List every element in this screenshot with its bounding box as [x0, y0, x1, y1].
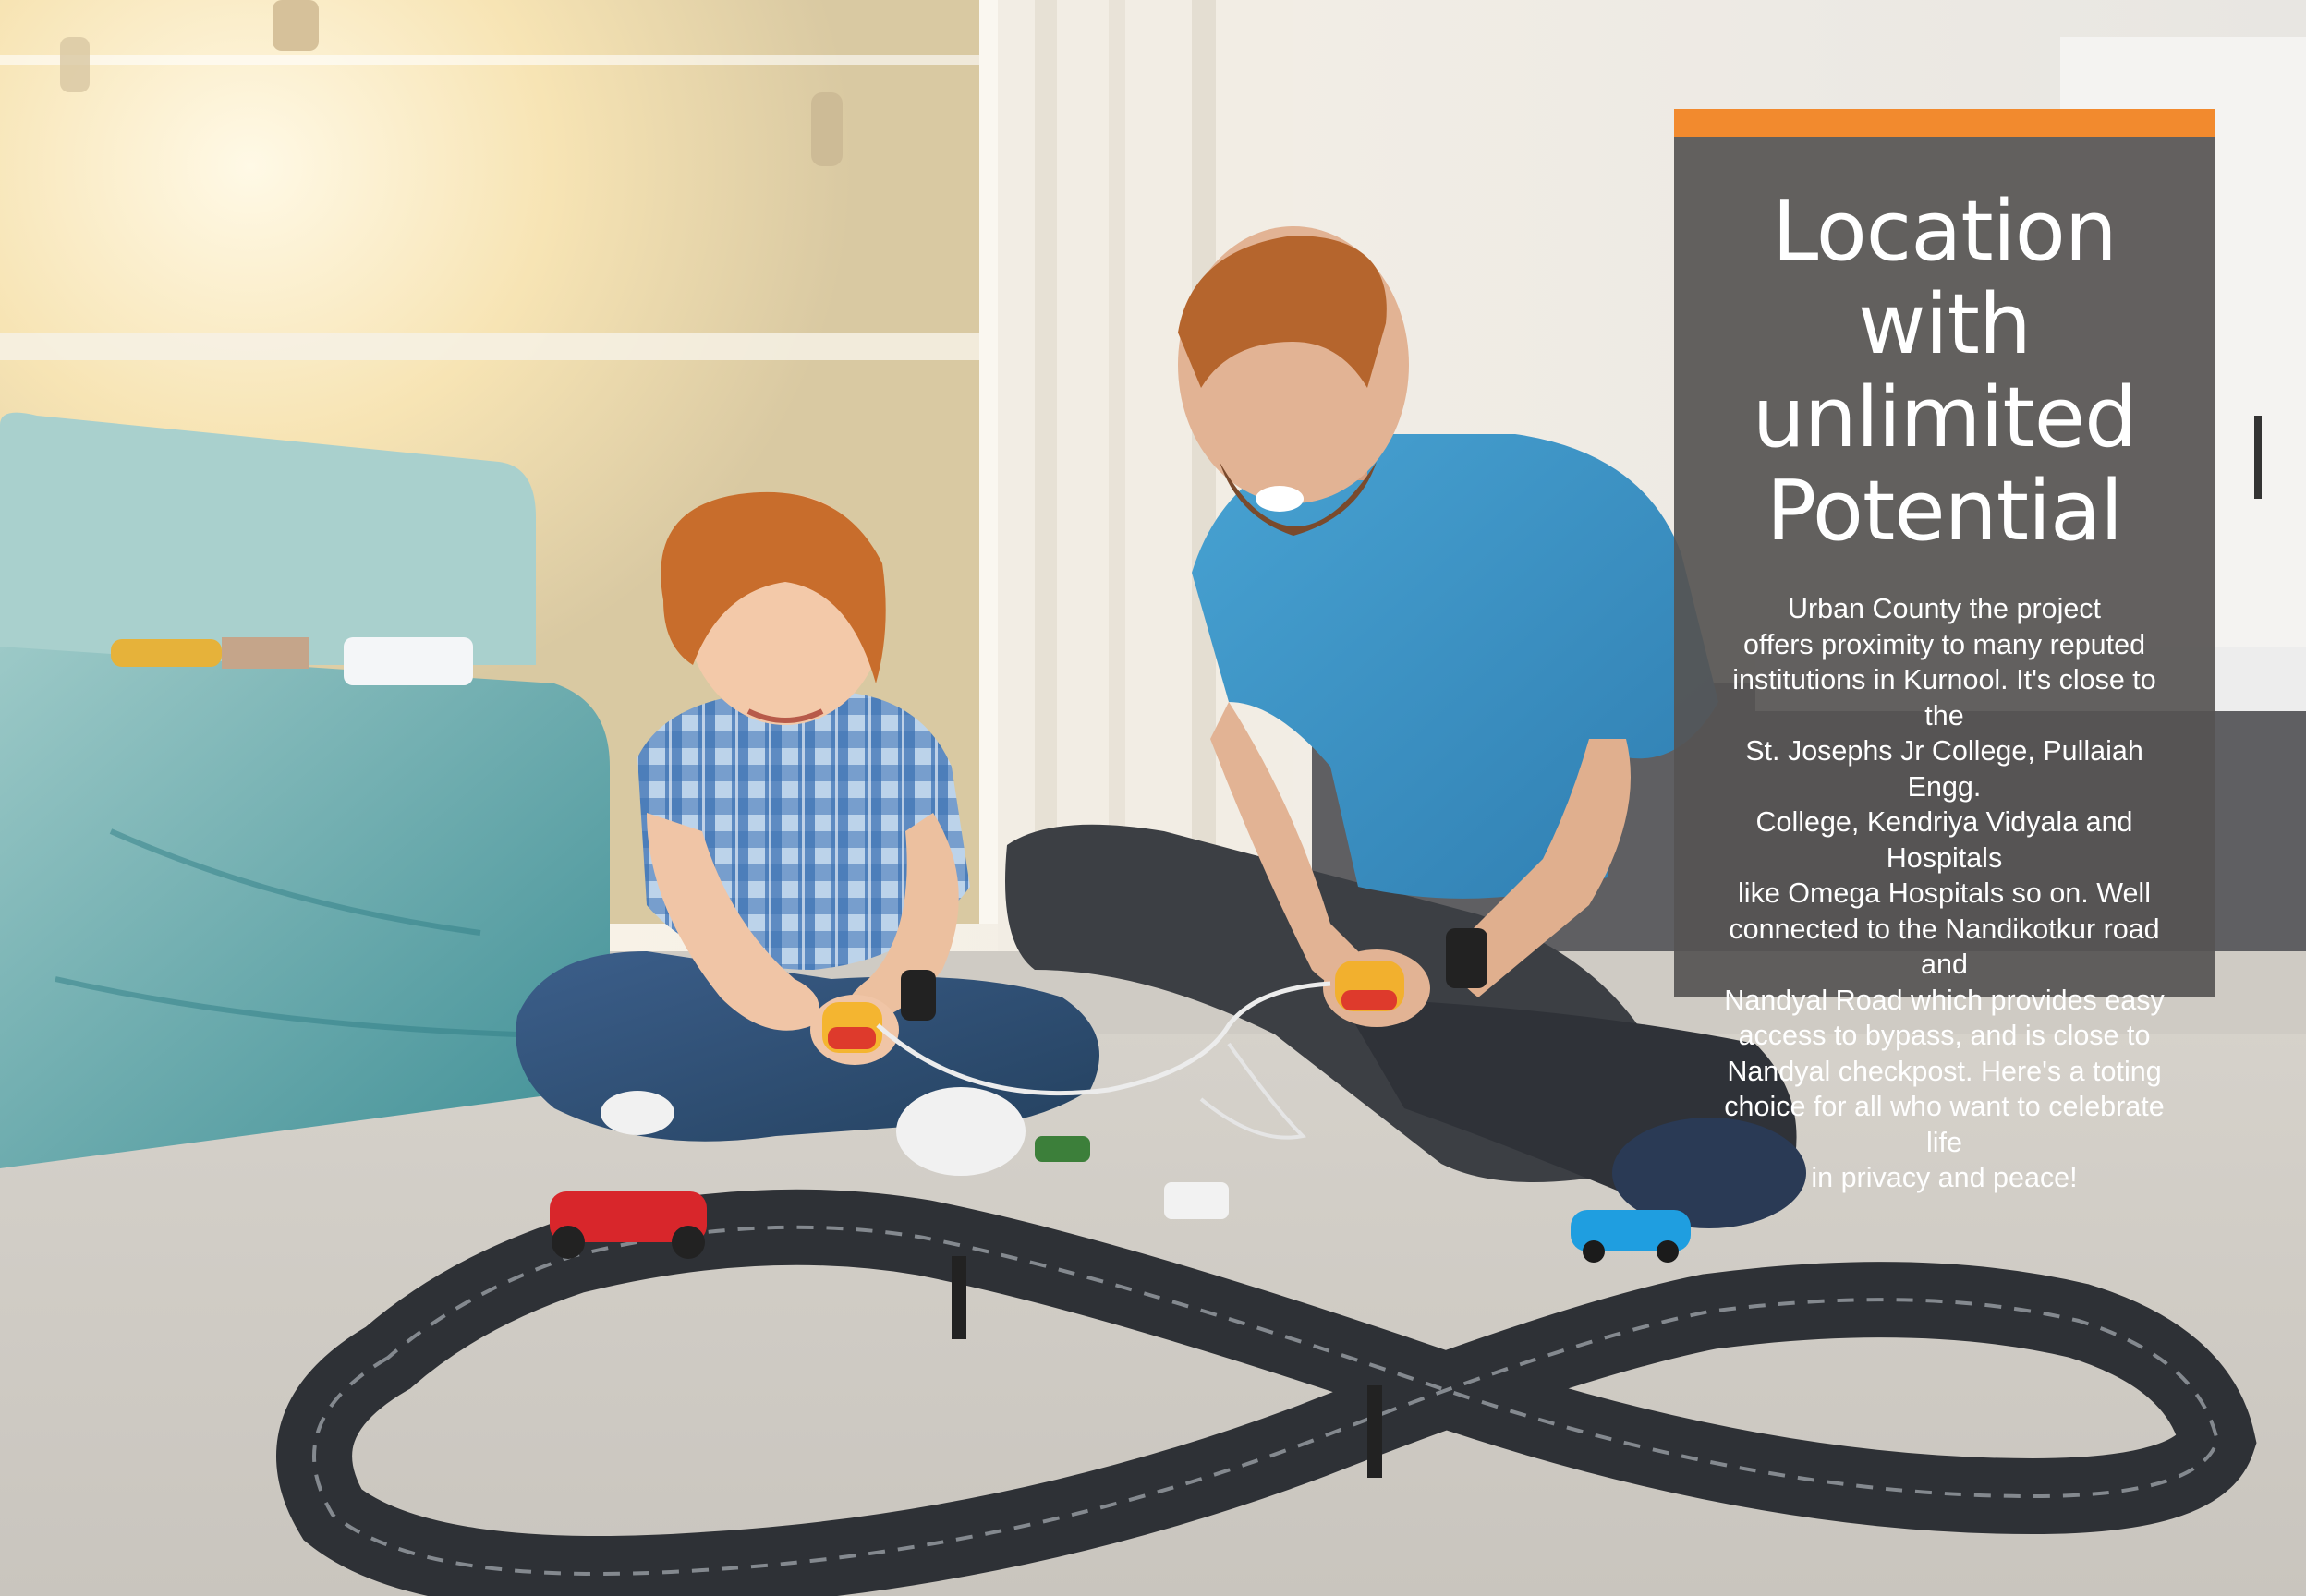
panel-body-text: Urban County the project offers proximit… — [1724, 593, 2165, 1193]
info-panel: Location with unlimited Potential Urban … — [1674, 109, 2215, 1193]
panel-title-line: Potential — [1766, 463, 2123, 560]
panel-title-line: Location with — [1772, 183, 2118, 373]
panel-title: Location with unlimited Potential — [1674, 137, 2215, 558]
panel-title-line: unlimited — [1752, 369, 2138, 466]
accent-bar — [1674, 109, 2215, 137]
